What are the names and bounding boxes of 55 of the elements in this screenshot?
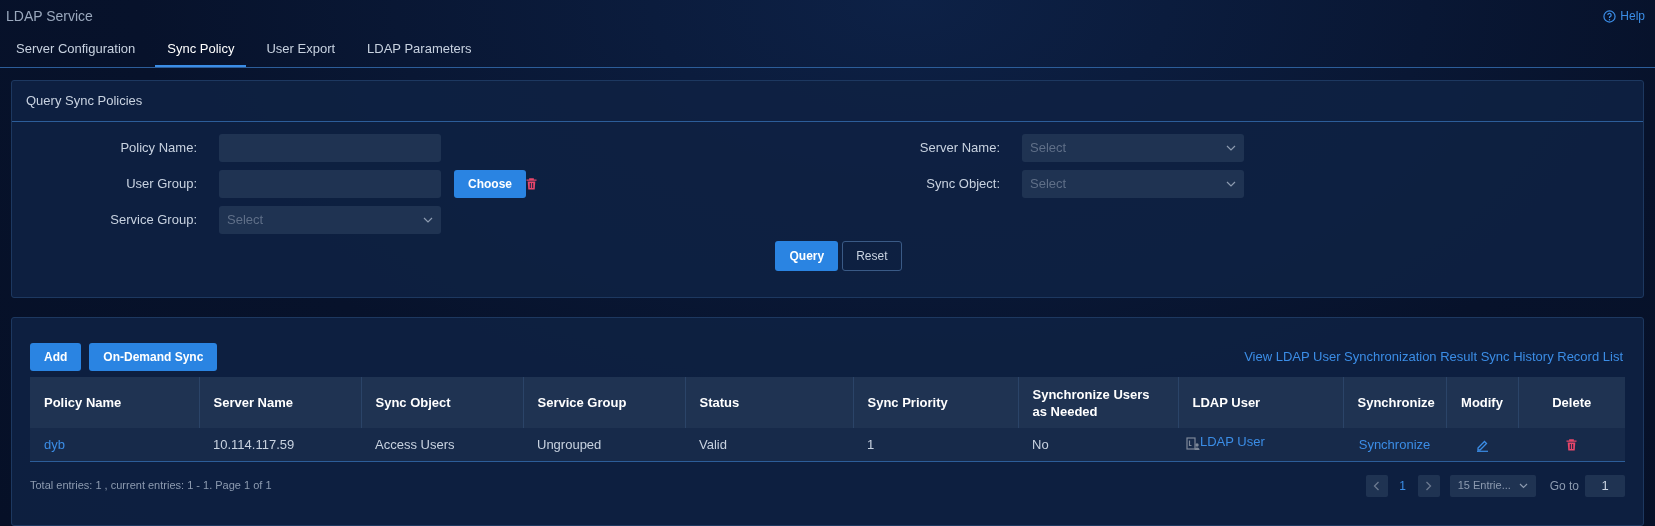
field-label: User Group: bbox=[125, 175, 198, 194]
tab[interactable]: LDAP Parameters bbox=[355, 32, 484, 67]
table-cell: Valid bbox=[699, 436, 727, 452]
table-link[interactable]: LDAP User bbox=[1186, 431, 1265, 452]
chevron-down-icon bbox=[1226, 181, 1236, 187]
page-title: LDAP Service bbox=[6, 6, 93, 26]
sync-button[interactable]: On-Demand Sync bbox=[89, 343, 218, 371]
column-header[interactable]: Status bbox=[699, 394, 839, 411]
column-header[interactable]: Synchronize Users as Needed bbox=[1032, 385, 1164, 420]
choose-button[interactable]: Choose bbox=[454, 170, 526, 198]
edit-icon[interactable] bbox=[1475, 438, 1489, 452]
field-label: Server Name: bbox=[918, 139, 1001, 158]
table-cell: Ungrouped bbox=[537, 436, 602, 452]
table-cell: 10.114.117.59 bbox=[213, 436, 295, 452]
help-icon bbox=[1603, 9, 1617, 23]
tab[interactable]: Server Configuration bbox=[4, 32, 148, 67]
chevron-down-icon bbox=[423, 217, 433, 223]
column-header[interactable]: Delete bbox=[1532, 394, 1611, 411]
column-header[interactable]: Server Name bbox=[213, 394, 347, 411]
next-page-button[interactable] bbox=[1417, 474, 1440, 497]
user-document-icon bbox=[1186, 437, 1200, 452]
chevron-down-icon bbox=[1518, 482, 1528, 489]
column-header[interactable]: Service Group bbox=[537, 394, 671, 411]
table-link[interactable]: Synchronize bbox=[1358, 436, 1431, 452]
add-button[interactable]: Add bbox=[30, 343, 82, 371]
chevron-down-icon bbox=[1226, 145, 1236, 151]
help-link[interactable]: Help bbox=[1603, 7, 1645, 25]
column-header[interactable]: Sync Object bbox=[375, 394, 509, 411]
chevron-right-icon bbox=[1425, 480, 1433, 491]
tab[interactable]: User Export bbox=[254, 32, 348, 67]
pagination-summary: Total entries: 1 , current entries: 1 - 1. Page 1 of 1 bbox=[30, 478, 272, 494]
reset-button[interactable]: Reset bbox=[842, 241, 902, 271]
column-header[interactable]: Modify bbox=[1460, 394, 1504, 411]
chevron-left-icon bbox=[1373, 480, 1381, 491]
field-label: Policy Name: bbox=[119, 139, 198, 158]
panel-title: Query Sync Policies bbox=[26, 92, 143, 111]
table-cell: Access Users bbox=[375, 436, 455, 452]
field-label: Sync Object: bbox=[925, 175, 1001, 194]
page-number-field[interactable]: 1 bbox=[1585, 474, 1625, 497]
delete-icon[interactable] bbox=[526, 178, 537, 190]
field-label: Service Group: bbox=[109, 211, 198, 230]
table-cell: No bbox=[1032, 436, 1049, 452]
column-header[interactable]: LDAP User bbox=[1192, 394, 1329, 411]
query-button[interactable]: Query bbox=[775, 241, 839, 271]
table-cell: 1 bbox=[867, 436, 875, 452]
go-to-label: Go to bbox=[1549, 477, 1579, 495]
history-link[interactable]: View LDAP User Synchronization Result Sync History Record List bbox=[1244, 347, 1625, 367]
page-size-select[interactable]: 15 Entrie... bbox=[1449, 474, 1536, 497]
page-button[interactable]: 1 bbox=[1393, 474, 1412, 497]
column-header[interactable]: Sync Priority bbox=[867, 394, 1004, 411]
delete-icon[interactable] bbox=[1566, 439, 1577, 452]
tab[interactable]: Sync Policy bbox=[155, 32, 247, 67]
column-header[interactable]: Policy Name bbox=[44, 394, 185, 411]
previous-page-button[interactable] bbox=[1365, 474, 1388, 497]
table-link[interactable]: dyb bbox=[44, 436, 65, 452]
